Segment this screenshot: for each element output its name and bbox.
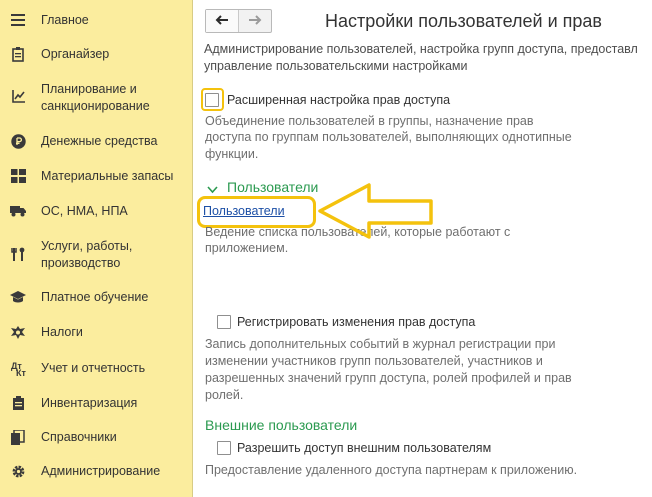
notepad-icon bbox=[10, 46, 26, 62]
allow-external-label[interactable]: Разрешить доступ внешним пользователям bbox=[237, 440, 491, 456]
arrow-right-icon bbox=[248, 14, 262, 28]
sidebar-item-label: Учет и отчетность bbox=[41, 361, 146, 375]
external-note-line1: Предоставление удаленного доступа партне… bbox=[205, 463, 578, 477]
external-users-section-title: Внешние пользователи bbox=[205, 417, 358, 433]
graduation-cap-icon bbox=[10, 289, 26, 305]
log-changes-note-line3: разрешенных значений групп доступа, роле… bbox=[205, 371, 572, 385]
hamburger-icon bbox=[10, 12, 26, 28]
allow-external-checkbox[interactable] bbox=[217, 441, 231, 455]
svg-text:Кт: Кт bbox=[16, 368, 26, 376]
sidebar-item-paid-education[interactable]: Платное обучение bbox=[0, 287, 192, 307]
log-changes-note-line2: изменении участников групп пользователей… bbox=[205, 354, 543, 368]
advanced-rights-label[interactable]: Расширенная настройка прав доступа bbox=[227, 92, 450, 108]
callout-arrow bbox=[318, 183, 433, 239]
sidebar-item-label: ОС, НМА, НПА bbox=[41, 204, 128, 218]
emblem-icon bbox=[10, 324, 26, 340]
sidebar-item-label: Справочники bbox=[41, 430, 117, 444]
sidebar-item-inventory[interactable]: Инвентаризация bbox=[0, 393, 192, 413]
sidebar-item-fixed-assets[interactable]: ОС, НМА, НПА bbox=[0, 201, 192, 221]
inventory-icon bbox=[10, 395, 26, 411]
back-button[interactable] bbox=[206, 10, 239, 32]
sidebar-item-planning[interactable]: Планирование и санкционирование bbox=[0, 80, 192, 116]
grid-icon bbox=[10, 168, 26, 184]
accounting-icon: Дт Кт bbox=[10, 360, 26, 376]
sidebar-item-services[interactable]: Услуги, работы, производство bbox=[0, 236, 192, 272]
gear-icon bbox=[10, 463, 26, 479]
sidebar: Главное Органайзер Планирование и санкци… bbox=[0, 0, 193, 497]
sidebar-item-accounting[interactable]: Дт Кт Учет и отчетность bbox=[0, 358, 192, 378]
arrow-left-icon bbox=[215, 14, 229, 28]
sidebar-item-label-line2: санкционирование bbox=[41, 99, 150, 113]
log-changes-label[interactable]: Регистрировать изменения прав доступа bbox=[237, 314, 475, 330]
sidebar-item-organizer[interactable]: Органайзер bbox=[0, 44, 192, 64]
log-changes-note-line4: ролей. bbox=[205, 388, 244, 402]
users-note-line2: приложением. bbox=[205, 241, 289, 255]
advanced-rights-note-line2: доступа по группам пользователей, выполн… bbox=[205, 130, 572, 144]
checkbox-highlight bbox=[201, 88, 224, 111]
reference-books-icon bbox=[10, 429, 26, 445]
sidebar-item-label: Денежные средства bbox=[41, 134, 158, 148]
page-title: Настройки пользователей и прав bbox=[325, 11, 602, 31]
sidebar-item-taxes[interactable]: Налоги bbox=[0, 322, 192, 342]
tools-icon bbox=[10, 246, 26, 262]
sidebar-item-main[interactable]: Главное bbox=[0, 10, 192, 30]
planning-icon bbox=[10, 88, 26, 104]
log-changes-checkbox[interactable] bbox=[217, 315, 231, 329]
chevron-down-icon[interactable] bbox=[207, 183, 218, 197]
main-panel: Настройки пользователей и прав Администр… bbox=[193, 0, 652, 497]
sidebar-item-label: Органайзер bbox=[41, 47, 110, 61]
sidebar-item-label: Администрирование bbox=[41, 464, 161, 478]
ruble-icon bbox=[10, 133, 26, 149]
sidebar-item-label: Налоги bbox=[41, 325, 83, 339]
sidebar-item-label-line2: производство bbox=[41, 256, 121, 270]
history-nav bbox=[205, 9, 272, 33]
sidebar-item-label: Платное обучение bbox=[41, 290, 149, 304]
sidebar-item-label: Планирование и bbox=[41, 82, 137, 96]
sidebar-item-reference-books[interactable]: Справочники bbox=[0, 427, 192, 447]
sidebar-item-money[interactable]: Денежные средства bbox=[0, 131, 192, 151]
sidebar-item-materials[interactable]: Материальные запасы bbox=[0, 166, 192, 186]
advanced-rights-note-line1: Объединение пользователей в группы, назн… bbox=[205, 114, 534, 128]
users-section-title[interactable]: Пользователи bbox=[227, 179, 318, 195]
forward-button[interactable] bbox=[239, 10, 272, 32]
log-changes-note-line1: Запись дополнительных событий в журнал р… bbox=[205, 337, 556, 351]
sidebar-item-administration[interactable]: Администрирование bbox=[0, 461, 192, 481]
intro-text-line1: Администрирование пользователей, настрой… bbox=[204, 42, 638, 56]
advanced-rights-note-line3: функции. bbox=[205, 147, 259, 161]
intro-text-line2: управление пользовательскими настройками bbox=[204, 59, 468, 73]
sidebar-item-label: Материальные запасы bbox=[41, 169, 174, 183]
sidebar-item-label: Главное bbox=[41, 13, 89, 27]
sidebar-item-label: Услуги, работы, bbox=[41, 239, 133, 253]
sidebar-item-label: Инвентаризация bbox=[41, 396, 138, 410]
truck-icon bbox=[10, 203, 26, 219]
